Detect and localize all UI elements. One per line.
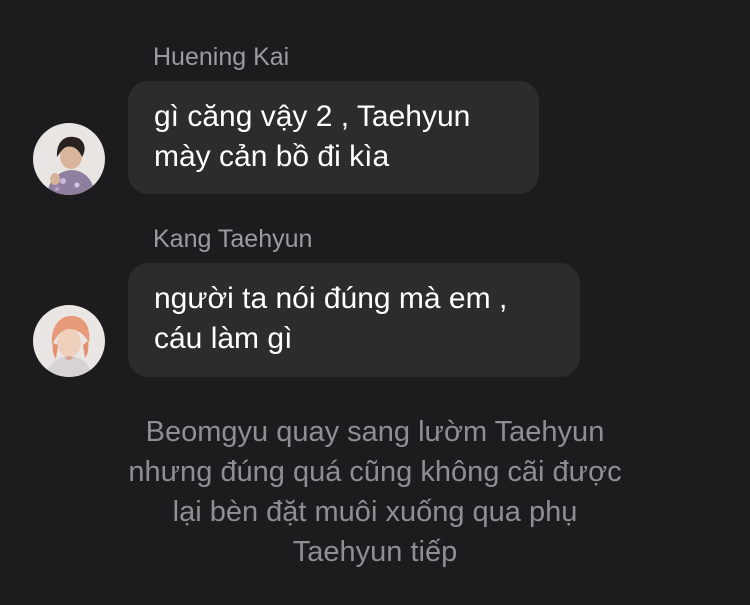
message-text: người ta nói đúng mà em , cáu làm gì bbox=[154, 282, 508, 355]
narration-text: Beomgyu quay sang lườm Taehyun nhưng đún… bbox=[128, 416, 622, 568]
message-text: gì căng vậy 2 , Taehyun mày cản bồ đi kì… bbox=[154, 100, 471, 173]
sender-name: Kang Taehyun bbox=[153, 225, 313, 253]
sender-name: Huening Kai bbox=[153, 43, 290, 71]
message-bubble[interactable]: gì căng vậy 2 , Taehyun mày cản bồ đi kì… bbox=[128, 81, 539, 194]
message-bubble[interactable]: người ta nói đúng mà em , cáu làm gì bbox=[128, 263, 580, 377]
person-avatar-icon[interactable] bbox=[33, 123, 105, 195]
person-avatar-icon[interactable] bbox=[33, 305, 105, 377]
